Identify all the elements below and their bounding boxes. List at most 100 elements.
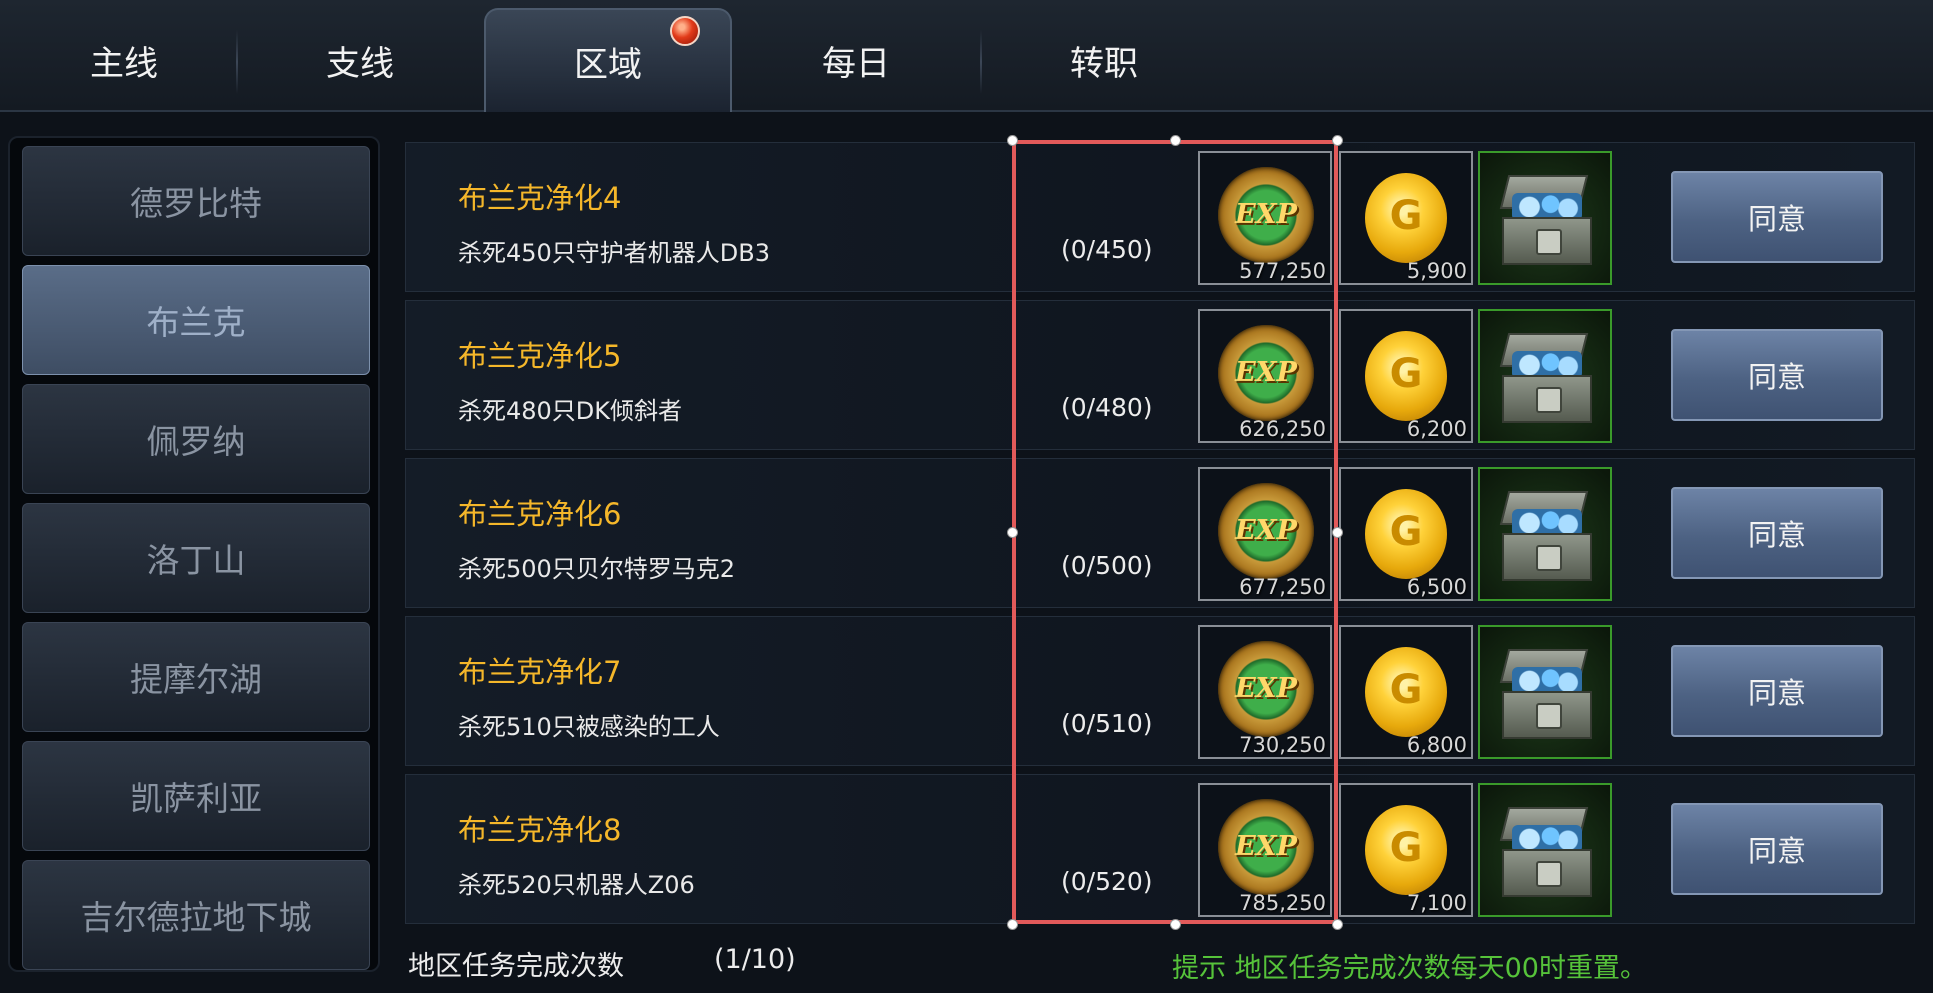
exp-icon: EXP	[1218, 325, 1314, 421]
resize-handle[interactable]	[1007, 135, 1018, 146]
resize-handle[interactable]	[1332, 135, 1343, 146]
gold-icon-label: G	[1389, 509, 1423, 555]
region-item-active[interactable]: 布兰克	[22, 265, 370, 375]
region-label: 吉尔德拉地下城	[80, 898, 312, 937]
resize-handle[interactable]	[1332, 527, 1343, 538]
accept-button-label: 同意	[1747, 834, 1806, 868]
accept-button-label: 同意	[1747, 518, 1806, 552]
region-item[interactable]: 德罗比特	[22, 146, 370, 256]
item-reward-slot[interactable]	[1478, 309, 1612, 443]
item-reward-slot[interactable]	[1478, 783, 1612, 917]
gold-coin-icon: G	[1365, 173, 1447, 263]
resize-handle[interactable]	[1170, 919, 1181, 930]
quest-description: 杀死500只贝尔特罗马克2	[458, 555, 736, 583]
quest-title: 布兰克净化8	[458, 813, 622, 847]
gold-amount: 6,800	[1406, 733, 1467, 757]
region-label: 佩罗纳	[146, 422, 246, 461]
tab-label: 每日	[822, 43, 890, 84]
region-item[interactable]: 佩罗纳	[22, 384, 370, 494]
exp-icon-label: EXP	[1235, 673, 1297, 704]
exp-icon: EXP	[1218, 799, 1314, 895]
quest-progress: (0/450)	[1061, 235, 1153, 264]
quest-progress: (0/480)	[1061, 393, 1153, 422]
quest-title: 布兰克净化4	[458, 181, 622, 215]
exp-reward-slot: EXP 785,250	[1198, 783, 1332, 917]
accept-button-label: 同意	[1747, 676, 1806, 710]
gold-reward-slot: G 6,200	[1339, 309, 1473, 443]
quest-progress: (0/510)	[1061, 709, 1153, 738]
exp-icon-label: EXP	[1235, 357, 1297, 388]
region-label: 提摩尔湖	[130, 660, 262, 699]
item-reward-slot[interactable]	[1478, 467, 1612, 601]
gold-amount: 6,200	[1406, 417, 1467, 441]
quest-row: 布兰克净化4 杀死450只守护者机器人DB3 (0/450) EXP 577,2…	[405, 142, 1915, 292]
gold-reward-slot: G 7,100	[1339, 783, 1473, 917]
treasure-chest-icon	[1498, 175, 1596, 267]
gold-coin-icon: G	[1365, 331, 1447, 421]
treasure-chest-icon	[1498, 491, 1596, 583]
region-item[interactable]: 吉尔德拉地下城	[22, 860, 370, 970]
item-reward-slot[interactable]	[1478, 151, 1612, 285]
treasure-chest-icon	[1498, 649, 1596, 741]
tab-label: 区域	[574, 44, 642, 85]
gold-icon-label: G	[1389, 351, 1423, 397]
region-label: 洛丁山	[146, 541, 246, 580]
tab-side-quest[interactable]: 支线	[236, 8, 484, 112]
tab-main-quest[interactable]: 主线	[0, 8, 248, 112]
exp-amount: 626,250	[1239, 417, 1326, 441]
region-label: 德罗比特	[130, 184, 262, 223]
tab-label: 支线	[326, 43, 394, 84]
exp-amount: 785,250	[1239, 891, 1326, 915]
accept-button[interactable]: 同意	[1671, 329, 1883, 421]
accept-button[interactable]: 同意	[1671, 487, 1883, 579]
quest-description: 杀死510只被感染的工人	[458, 713, 720, 741]
accept-button[interactable]: 同意	[1671, 171, 1883, 263]
gold-coin-icon: G	[1365, 647, 1447, 737]
exp-icon: EXP	[1218, 641, 1314, 737]
gold-amount: 5,900	[1406, 259, 1467, 283]
exp-reward-slot: EXP 677,250	[1198, 467, 1332, 601]
exp-icon: EXP	[1218, 483, 1314, 579]
gold-icon-label: G	[1389, 825, 1423, 871]
resize-handle[interactable]	[1007, 919, 1018, 930]
region-item[interactable]: 洛丁山	[22, 503, 370, 613]
resize-handle[interactable]	[1007, 527, 1018, 538]
accept-button[interactable]: 同意	[1671, 803, 1883, 895]
quest-description: 杀死480只DK倾斜者	[458, 397, 683, 425]
exp-reward-slot: EXP 577,250	[1198, 151, 1332, 285]
top-tab-bar: 主线 支线 区域 每日 转职	[0, 0, 1933, 112]
quest-description: 杀死450只守护者机器人DB3	[458, 239, 771, 267]
quest-title: 布兰克净化7	[458, 655, 622, 689]
gold-reward-slot: G 6,800	[1339, 625, 1473, 759]
exp-reward-slot: EXP 626,250	[1198, 309, 1332, 443]
quest-progress: (0/520)	[1061, 867, 1153, 896]
exp-amount: 730,250	[1239, 733, 1326, 757]
exp-icon-label: EXP	[1235, 515, 1297, 546]
region-label: 凯萨利亚	[130, 779, 262, 818]
tab-label: 转职	[1070, 43, 1138, 84]
exp-icon-label: EXP	[1235, 831, 1297, 862]
gold-coin-icon: G	[1365, 489, 1447, 579]
exp-reward-slot: EXP 730,250	[1198, 625, 1332, 759]
region-item[interactable]: 凯萨利亚	[22, 741, 370, 851]
treasure-chest-icon	[1498, 807, 1596, 899]
gold-amount: 6,500	[1406, 575, 1467, 599]
region-item[interactable]: 提摩尔湖	[22, 622, 370, 732]
gold-amount: 7,100	[1406, 891, 1467, 915]
item-reward-slot[interactable]	[1478, 625, 1612, 759]
treasure-chest-icon	[1498, 333, 1596, 425]
resize-handle[interactable]	[1332, 919, 1343, 930]
quest-progress: (0/500)	[1061, 551, 1153, 580]
exp-icon-label: EXP	[1235, 199, 1297, 230]
region-quest-count-label: 地区任务完成次数	[408, 951, 624, 982]
resize-handle[interactable]	[1170, 135, 1181, 146]
accept-button[interactable]: 同意	[1671, 645, 1883, 737]
quest-title: 布兰克净化5	[458, 339, 622, 373]
quest-row: 布兰克净化6 杀死500只贝尔特罗马克2 (0/500) EXP 677,250…	[405, 458, 1915, 608]
tab-region[interactable]: 区域	[484, 8, 732, 112]
region-quest-count: (1/10)	[714, 944, 796, 975]
tab-daily[interactable]: 每日	[732, 8, 980, 112]
tab-job-change[interactable]: 转职	[980, 8, 1228, 112]
gold-reward-slot: G 6,500	[1339, 467, 1473, 601]
exp-amount: 577,250	[1239, 259, 1326, 283]
